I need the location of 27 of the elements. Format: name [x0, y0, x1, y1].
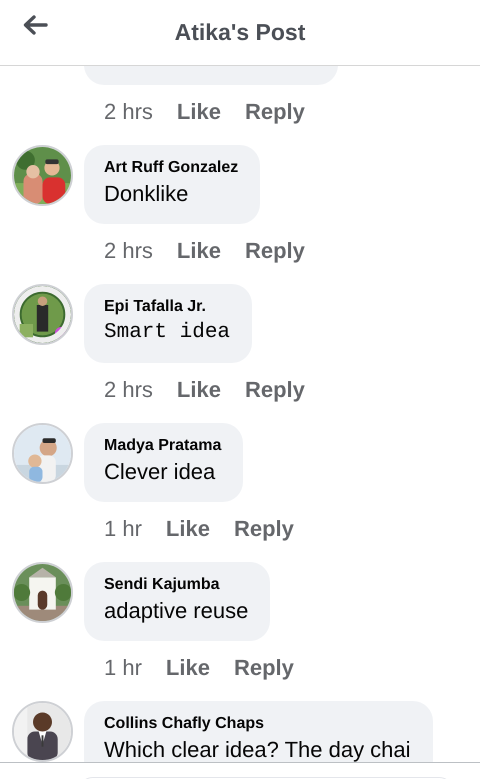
like-link[interactable]: Like: [166, 650, 210, 684]
like-link[interactable]: Like: [176, 94, 221, 128]
comment-text: Which clear idea? The day chai: [104, 737, 411, 762]
back-arrow-icon[interactable]: [22, 14, 48, 36]
comment-time: 2 hrs: [104, 236, 153, 264]
reply-link[interactable]: Reply: [234, 650, 294, 684]
reply-link[interactable]: Reply: [244, 372, 305, 406]
reply-link[interactable]: Reply: [244, 234, 305, 266]
comment-text: Clever idea: [104, 459, 216, 484]
comment-time: 2 hrs: [104, 98, 153, 126]
comment-author[interactable]: Sendi Kajumba: [104, 574, 248, 596]
comment-text: Donklike: [104, 181, 190, 206]
comment-time: 2 hrs: [104, 376, 153, 404]
comment-time: 1 hr: [104, 654, 142, 682]
comment-author[interactable]: Madya Pratama: [104, 435, 222, 457]
comment-author[interactable]: Collins Chafly Chaps: [104, 713, 411, 735]
like-link[interactable]: Like: [176, 234, 221, 266]
comment-text: adaptive reuse: [104, 598, 248, 623]
comment-text: Smart idea: [104, 320, 230, 345]
comment-time: 1 hr: [104, 514, 142, 542]
comment-author[interactable]: Art Ruff Gonzalez: [104, 157, 238, 179]
like-link[interactable]: Like: [176, 372, 221, 406]
reply-link[interactable]: Reply: [244, 94, 305, 128]
like-link[interactable]: Like: [166, 512, 210, 544]
reply-link[interactable]: Reply: [234, 512, 294, 544]
comment-author[interactable]: Epi Tafalla Jr.: [104, 296, 230, 318]
page-title: Atika's Post: [174, 18, 306, 48]
